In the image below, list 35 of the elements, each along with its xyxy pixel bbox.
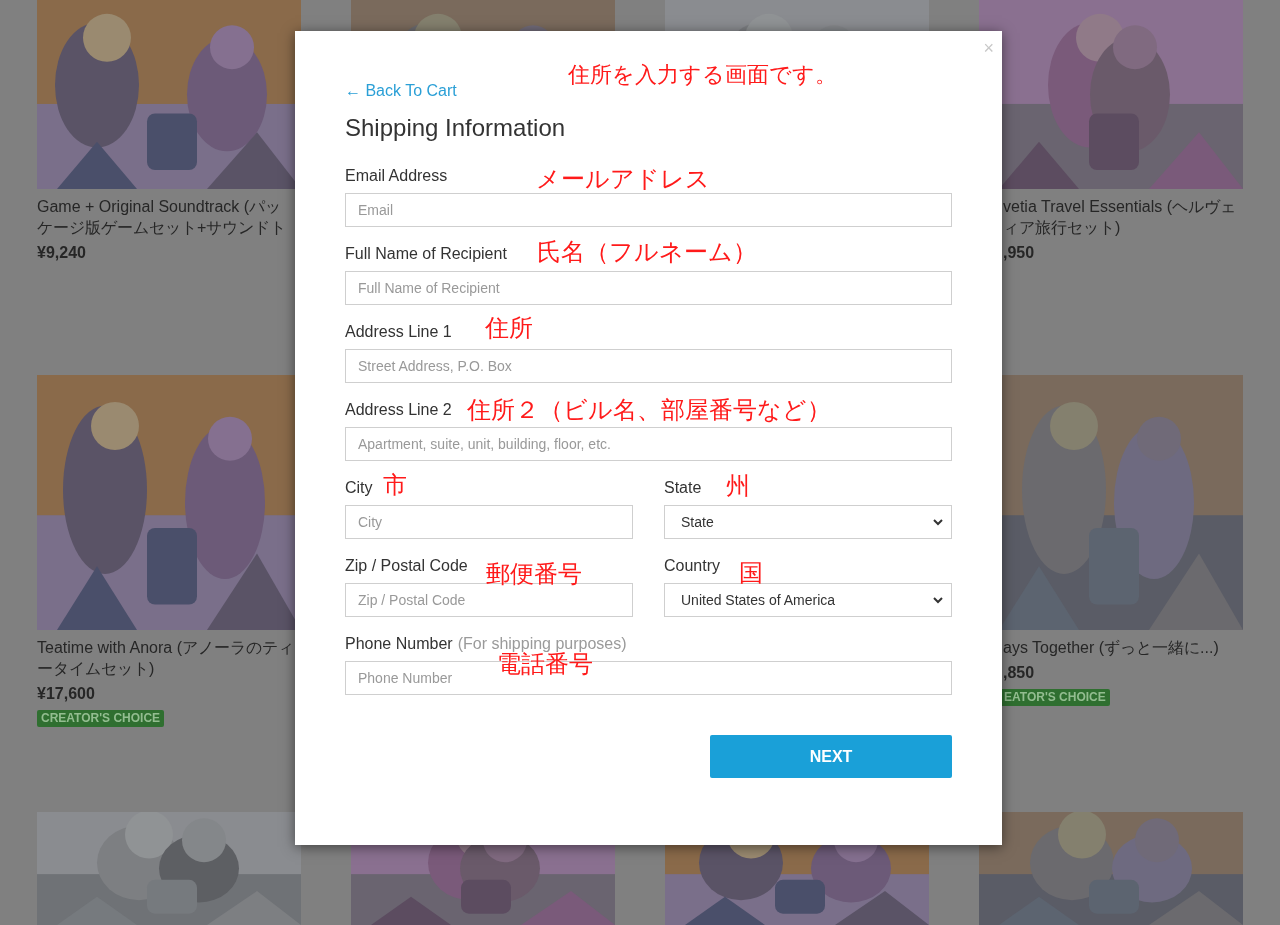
input-field[interactable]: Apartment, suite, unit, building, floor, etc. [345,427,952,461]
field-label: Address Line 2 [345,400,452,420]
annotation-text: 住所を入力する画面です。 [568,61,837,89]
field-label: Zip / Postal Code [345,556,468,576]
product-price: ¥17,600 [37,684,96,704]
field-label: Phone Number [345,634,453,654]
input-field[interactable]: Full Name of Recipient [345,271,952,305]
annotation-text: 住所２（ビル名、部屋番号など） [467,396,831,424]
dialog-title: Shipping Information [345,113,567,143]
annotation-text: 氏名（フルネーム） [537,238,757,266]
product-price: ,850 [1002,663,1036,683]
field-label: State [664,478,702,498]
product-title[interactable]: Teatime with Anora (アノーラのティータイムセット) [37,637,295,679]
field-hint: (For shipping purposes) [457,634,627,652]
select-field[interactable]: State [664,505,952,539]
field-label: Address Line 1 [345,322,452,342]
creator-choice-badge: CREATOR'S CHOICE [37,710,165,727]
field-label: Full Name of Recipient [345,244,507,264]
product-title[interactable]: Game + Original Soundtrack (パッケージ版ゲームセット+サウンドト [37,196,295,238]
input-field[interactable]: Email [345,193,952,227]
field-label: Email Address [345,166,448,186]
annotation-text: 市 [383,471,407,499]
back-to-cart-link[interactable]: ← Back To Cart [345,82,457,99]
annotation-text: メールアドレス [536,165,710,193]
product-price: ¥9,240 [37,243,87,263]
annotation-text: 住所 [485,314,533,342]
creator-choice-badge: EATOR'S CHOICE [1000,689,1110,706]
select-field[interactable]: United States of America [664,583,952,617]
field-label: City [345,478,373,498]
input-field[interactable]: City [345,505,633,539]
input-field[interactable]: Street Address, P.O. Box [345,349,952,383]
annotation-text: 州 [726,472,750,500]
next-button[interactable]: NEXT [710,735,952,778]
field-label: Country [664,556,721,576]
product-price: ,950 [1002,243,1036,263]
